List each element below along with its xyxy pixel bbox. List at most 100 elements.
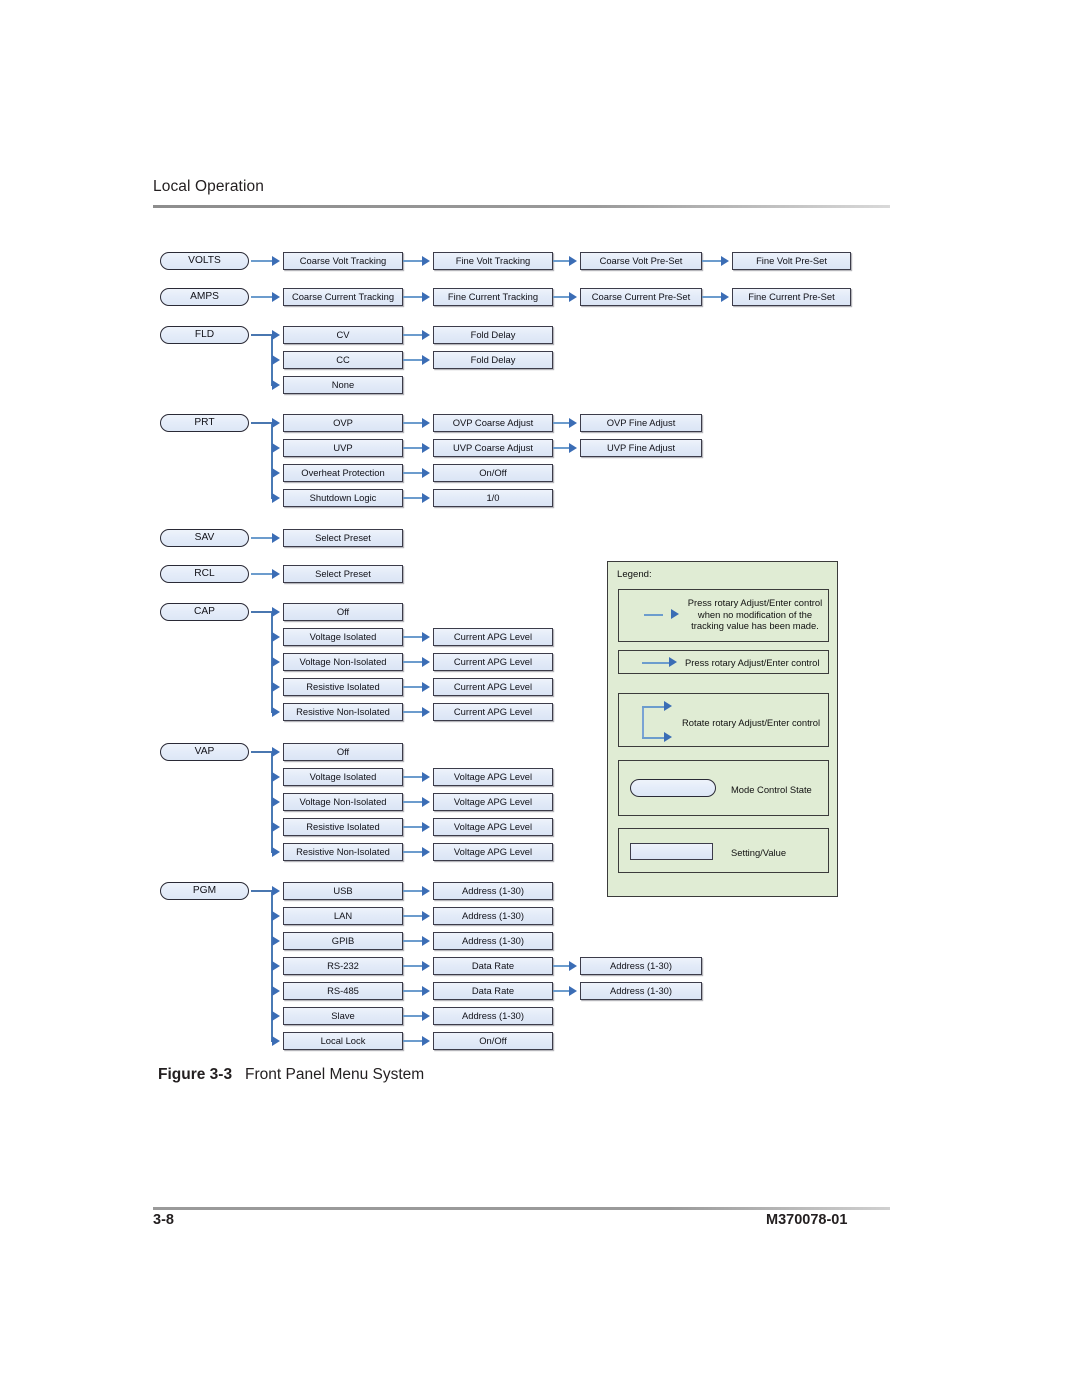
menu-node-amps-0-0[interactable]: Coarse Current Tracking <box>283 288 403 306</box>
menu-root-pgm[interactable]: PGM <box>160 882 249 900</box>
link-line-pgm-4-2 <box>553 990 569 992</box>
menu-node-prt-2-1[interactable]: On/Off <box>433 464 553 482</box>
arrow-head-icon <box>272 986 280 996</box>
document-number: M370078-01 <box>766 1212 848 1228</box>
menu-node-cap-4-1[interactable]: Current APG Level <box>433 703 553 721</box>
arrow-head-icon <box>721 256 729 266</box>
menu-node-amps-0-3[interactable]: Fine Current Pre-Set <box>732 288 851 306</box>
menu-node-pgm-6-1[interactable]: On/Off <box>433 1032 553 1050</box>
arrow-head-icon <box>272 657 280 667</box>
menu-node-prt-0-2[interactable]: OVP Fine Adjust <box>580 414 702 432</box>
menu-node-rcl-0-0[interactable]: Select Preset <box>283 565 403 583</box>
link-line-prt-3-1 <box>403 497 422 499</box>
link-line-prt-0-2 <box>553 422 569 424</box>
arrow-head-icon <box>422 822 430 832</box>
link-line-vap-1-1 <box>403 776 422 778</box>
menu-node-pgm-1-0[interactable]: LAN <box>283 907 403 925</box>
menu-node-pgm-6-0[interactable]: Local Lock <box>283 1032 403 1050</box>
link-line-volts-0-3 <box>702 260 721 262</box>
menu-node-vap-4-1[interactable]: Voltage APG Level <box>433 843 553 861</box>
menu-node-vap-3-1[interactable]: Voltage APG Level <box>433 818 553 836</box>
menu-node-pgm-3-1[interactable]: Data Rate <box>433 957 553 975</box>
menu-node-pgm-5-0[interactable]: Slave <box>283 1007 403 1025</box>
menu-node-pgm-3-2[interactable]: Address (1-30) <box>580 957 702 975</box>
menu-node-fld-0-1[interactable]: Fold Delay <box>433 326 553 344</box>
link-line-fld-1-1 <box>403 359 422 361</box>
arrow-head-icon <box>422 418 430 428</box>
link-line-pgm-0-1 <box>403 890 422 892</box>
legend-entry-press-rotary: Press rotary Adjust/Enter control <box>618 650 829 674</box>
link-line-amps-0-1 <box>403 296 422 298</box>
menu-root-rcl[interactable]: RCL <box>160 565 249 583</box>
branch-trunk-line <box>642 706 644 738</box>
link-line-cap-2-1 <box>403 661 422 663</box>
menu-node-fld-1-0[interactable]: CC <box>283 351 403 369</box>
menu-node-fld-0-0[interactable]: CV <box>283 326 403 344</box>
arrow-head-icon <box>272 607 280 617</box>
menu-node-pgm-0-0[interactable]: USB <box>283 882 403 900</box>
menu-node-amps-0-1[interactable]: Fine Current Tracking <box>433 288 553 306</box>
menu-node-pgm-2-1[interactable]: Address (1-30) <box>433 932 553 950</box>
menu-node-vap-1-1[interactable]: Voltage APG Level <box>433 768 553 786</box>
menu-node-vap-4-0[interactable]: Resistive Non-Isolated <box>283 843 403 861</box>
arrow-head-icon <box>422 1011 430 1021</box>
menu-node-volts-0-2[interactable]: Coarse Volt Pre-Set <box>580 252 702 270</box>
menu-node-prt-1-0[interactable]: UVP <box>283 439 403 457</box>
menu-node-prt-2-0[interactable]: Overheat Protection <box>283 464 403 482</box>
menu-node-cap-1-1[interactable]: Current APG Level <box>433 628 553 646</box>
arrow-head-icon <box>272 355 280 365</box>
menu-node-pgm-2-0[interactable]: GPIB <box>283 932 403 950</box>
menu-node-fld-1-1[interactable]: Fold Delay <box>433 351 553 369</box>
menu-root-cap[interactable]: CAP <box>160 603 249 621</box>
menu-node-pgm-1-1[interactable]: Address (1-30) <box>433 907 553 925</box>
menu-node-vap-2-1[interactable]: Voltage APG Level <box>433 793 553 811</box>
menu-node-cap-2-1[interactable]: Current APG Level <box>433 653 553 671</box>
menu-node-prt-1-2[interactable]: UVP Fine Adjust <box>580 439 702 457</box>
menu-root-vap[interactable]: VAP <box>160 743 249 761</box>
menu-node-prt-3-0[interactable]: Shutdown Logic <box>283 489 403 507</box>
link-line-pgm-3-2 <box>553 965 569 967</box>
menu-node-cap-1-0[interactable]: Voltage Isolated <box>283 628 403 646</box>
menu-node-cap-3-0[interactable]: Resistive Isolated <box>283 678 403 696</box>
menu-node-pgm-4-0[interactable]: RS-485 <box>283 982 403 1000</box>
menu-node-pgm-5-1[interactable]: Address (1-30) <box>433 1007 553 1025</box>
menu-root-prt[interactable]: PRT <box>160 414 249 432</box>
link-line-amps-0-2 <box>553 296 569 298</box>
legend-entry-rotate-rotary: Rotate rotary Adjust/Enter control <box>618 693 829 747</box>
menu-node-cap-0-0[interactable]: Off <box>283 603 403 621</box>
menu-node-cap-4-0[interactable]: Resistive Non-Isolated <box>283 703 403 721</box>
menu-root-amps[interactable]: AMPS <box>160 288 249 306</box>
legend-entry-press-no-modification: Press rotary Adjust/Enter control when n… <box>618 589 829 642</box>
menu-node-pgm-0-1[interactable]: Address (1-30) <box>433 882 553 900</box>
menu-node-prt-3-1[interactable]: 1/0 <box>433 489 553 507</box>
menu-node-cap-3-1[interactable]: Current APG Level <box>433 678 553 696</box>
menu-node-pgm-3-0[interactable]: RS-232 <box>283 957 403 975</box>
menu-node-volts-0-1[interactable]: Fine Volt Tracking <box>433 252 553 270</box>
arrow-head-icon <box>422 911 430 921</box>
menu-root-volts[interactable]: VOLTS <box>160 252 249 270</box>
menu-node-volts-0-0[interactable]: Coarse Volt Tracking <box>283 252 403 270</box>
link-line-pgm-5-1 <box>403 1015 422 1017</box>
menu-node-volts-0-3[interactable]: Fine Volt Pre-Set <box>732 252 851 270</box>
menu-node-prt-1-1[interactable]: UVP Coarse Adjust <box>433 439 553 457</box>
legend-entry-setting-value: Setting/Value <box>618 828 829 873</box>
arrow-head-icon <box>272 822 280 832</box>
dash-line-icon <box>644 614 663 616</box>
arrow-head-icon <box>422 682 430 692</box>
menu-node-amps-0-2[interactable]: Coarse Current Pre-Set <box>580 288 702 306</box>
menu-root-fld[interactable]: FLD <box>160 326 249 344</box>
menu-node-pgm-4-1[interactable]: Data Rate <box>433 982 553 1000</box>
menu-node-vap-2-0[interactable]: Voltage Non-Isolated <box>283 793 403 811</box>
menu-root-sav[interactable]: SAV <box>160 529 249 547</box>
menu-node-sav-0-0[interactable]: Select Preset <box>283 529 403 547</box>
menu-node-vap-3-0[interactable]: Resistive Isolated <box>283 818 403 836</box>
menu-node-fld-2-0[interactable]: None <box>283 376 403 394</box>
menu-node-cap-2-0[interactable]: Voltage Non-Isolated <box>283 653 403 671</box>
arrow-head-icon <box>569 986 577 996</box>
menu-node-prt-0-1[interactable]: OVP Coarse Adjust <box>433 414 553 432</box>
arrow-head-icon <box>272 682 280 692</box>
menu-node-prt-0-0[interactable]: OVP <box>283 414 403 432</box>
menu-node-pgm-4-2[interactable]: Address (1-30) <box>580 982 702 1000</box>
menu-node-vap-1-0[interactable]: Voltage Isolated <box>283 768 403 786</box>
menu-node-vap-0-0[interactable]: Off <box>283 743 403 761</box>
